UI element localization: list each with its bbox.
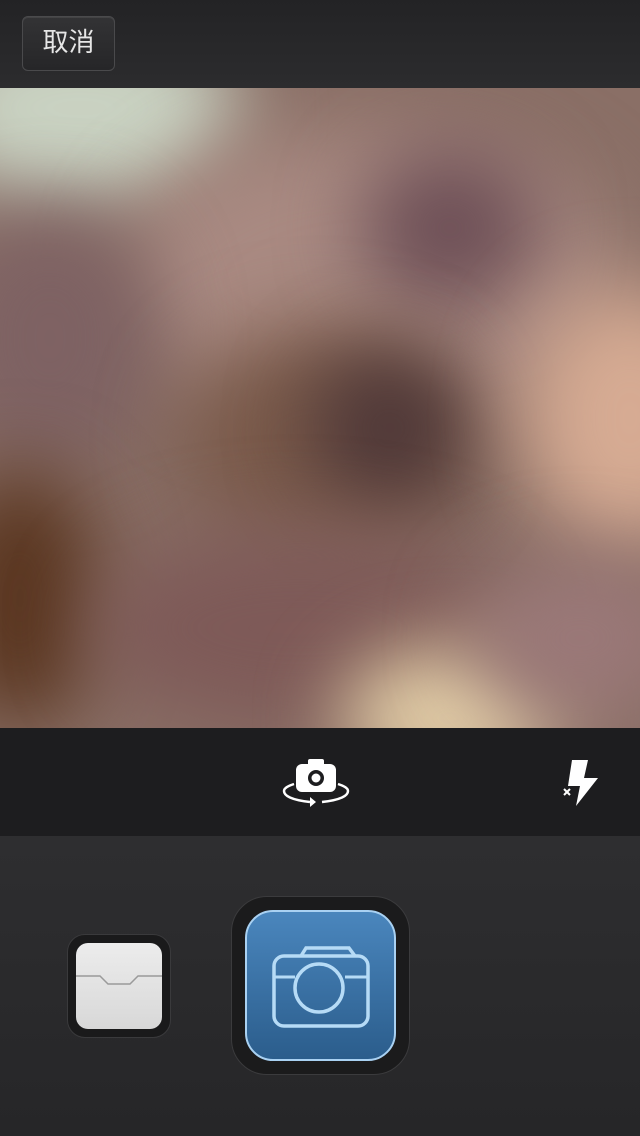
camera-viewfinder[interactable] [0,88,640,728]
preview-blur [0,468,100,728]
preview-blur [310,348,470,508]
shutter-frame [231,896,410,1075]
switch-camera-button[interactable] [282,756,350,808]
preview-blur [360,148,540,308]
flash-off-icon [561,760,598,806]
shutter-button[interactable] [245,910,396,1061]
photo-library-button[interactable] [67,934,171,1038]
switch-camera-icon [282,759,350,807]
cancel-button[interactable]: 取消 [22,16,115,71]
photo-library-icon [76,943,162,1029]
bottom-toolbar [0,836,640,1136]
flash-toggle-button[interactable] [561,758,602,808]
camera-controls-bar [0,728,640,836]
top-bar: 取消 [0,0,640,88]
camera-icon [272,946,370,1028]
